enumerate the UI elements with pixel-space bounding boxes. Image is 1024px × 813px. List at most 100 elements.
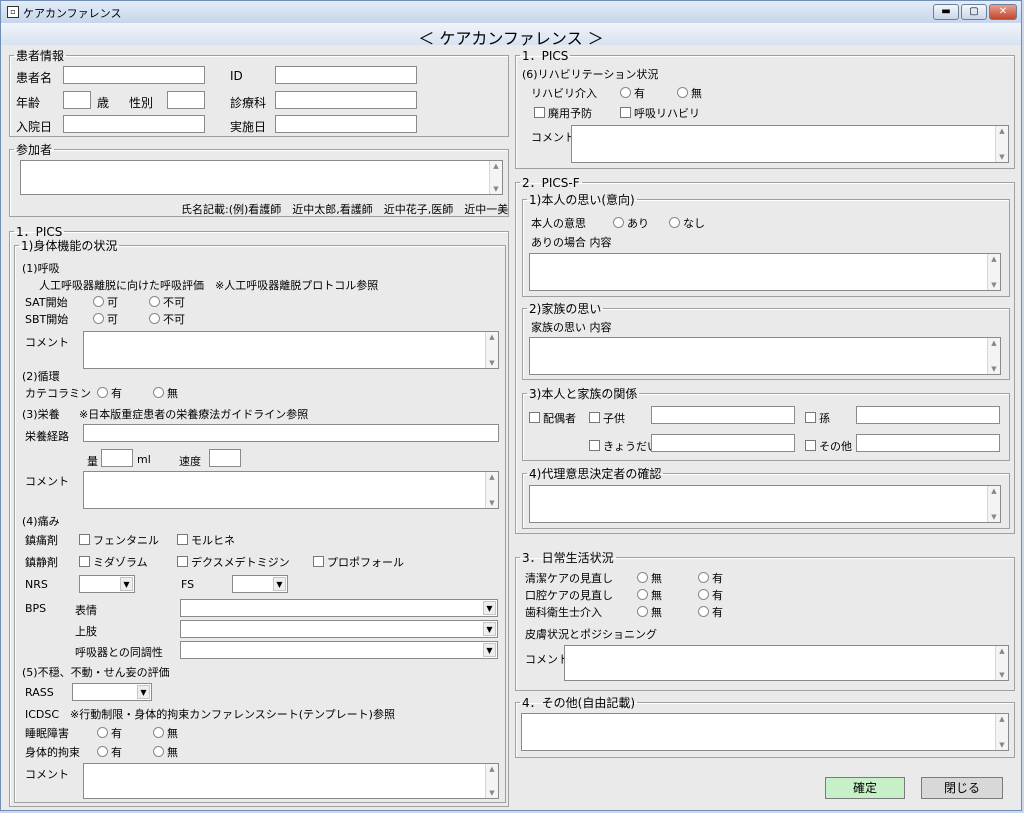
maximize-button[interactable]: ▢ [961,4,987,20]
fentanyl-checkbox[interactable]: フェンタニル [79,532,159,548]
daily-comment-textarea[interactable]: ▲ ▼ [564,645,1009,681]
nrs-select[interactable]: ▼ [79,575,135,593]
admission-date-input[interactable] [63,115,205,133]
app-icon: ▫ [7,6,19,18]
amount-input[interactable] [101,449,133,467]
scrollbar[interactable]: ▲ ▼ [995,646,1008,680]
sat-ng-radio[interactable]: 不可 [149,294,185,310]
bps-label: BPS [25,602,47,615]
rehab-comment-textarea[interactable]: ▲ ▼ [571,125,1009,163]
icdsc-label: ICDSC ※行動制限・身体的拘束カンファレンスシート(テンプレート)参照 [25,708,395,721]
upper-limb-select[interactable]: ▼ [180,620,498,638]
catecholamine-no-radio[interactable]: 無 [153,385,178,401]
sibling-input[interactable] [651,434,795,452]
execution-date-input[interactable] [275,115,417,133]
clean-yes-radio[interactable]: 有 [698,570,723,586]
scrollbar[interactable]: ▲ ▼ [485,472,498,508]
rehab-intervention-label: リハビリ介入 [531,87,597,100]
delirium-comment-textarea[interactable]: ▲ ▼ [83,763,499,799]
radio-label: あり [627,217,649,230]
participants-hint: 氏名記載:(例)看護師 近中太郎,看護師 近中花子,医師 近中一美 [181,203,509,216]
radio-label: なし [683,217,705,230]
scrollbar[interactable]: ▲ ▼ [987,254,1000,290]
child-checkbox[interactable]: 子供 [589,410,625,426]
department-input[interactable] [275,91,417,109]
propofol-checkbox[interactable]: プロポフォール [313,554,404,570]
nutrition-comment-textarea[interactable]: ▲ ▼ [83,471,499,509]
confirm-button[interactable]: 確定 [825,777,905,799]
patient-name-input[interactable] [63,66,205,84]
vent-sync-select[interactable]: ▼ [180,641,498,659]
sleep-yes-radio[interactable]: 有 [97,725,122,741]
dropdown-arrow-icon[interactable]: ▼ [483,643,496,657]
participants-textarea[interactable]: ▲ ▼ [20,160,503,195]
sibling-checkbox[interactable]: きょうだい [589,438,658,454]
sbt-ok-radio[interactable]: 可 [93,311,118,327]
scrollbar[interactable]: ▲ ▼ [987,338,1000,374]
grandchild-checkbox[interactable]: 孫 [805,410,830,426]
dexmedetomidine-checkbox[interactable]: デクスメデトミジン [177,554,290,570]
pics-right-legend: 1．PICS [522,49,569,63]
dropdown-arrow-icon[interactable]: ▼ [120,577,133,591]
minimize-button[interactable]: ▬ [933,4,959,20]
other-notes-textarea[interactable]: ▲ ▼ [521,713,1009,751]
scrollbar[interactable]: ▲ ▼ [485,332,498,368]
dropdown-arrow-icon[interactable]: ▼ [483,601,496,615]
dental-no-radio[interactable]: 無 [637,604,662,620]
rass-select[interactable]: ▼ [72,683,152,701]
spouse-checkbox[interactable]: 配偶者 [529,410,576,426]
radio-label: 可 [107,296,118,309]
age-input[interactable] [63,91,91,109]
close-window-button[interactable]: ✕ [989,4,1017,20]
nutrition-route-input[interactable] [83,424,499,442]
scrollbar[interactable]: ▲ ▼ [489,161,502,194]
will-ari-radio[interactable]: あり [613,215,649,231]
scrollbar[interactable]: ▲ ▼ [987,486,1000,522]
oral-no-radio[interactable]: 無 [637,587,662,603]
sat-ok-radio[interactable]: 可 [93,294,118,310]
scrollbar[interactable]: ▲ ▼ [485,764,498,798]
disuse-prevention-checkbox[interactable]: 廃用予防 [534,105,592,121]
midazolam-checkbox[interactable]: ミダゾラム [79,554,148,570]
dropdown-arrow-icon[interactable]: ▼ [273,577,286,591]
proxy-decision-textarea[interactable]: ▲ ▼ [529,485,1001,523]
catecholamine-yes-radio[interactable]: 有 [97,385,122,401]
dropdown-arrow-icon[interactable]: ▼ [483,622,496,636]
scrollbar[interactable]: ▲ ▼ [995,714,1008,750]
id-input[interactable] [275,66,417,84]
other-relation-checkbox[interactable]: その他 [805,438,852,454]
clean-no-radio[interactable]: 無 [637,570,662,586]
face-select[interactable]: ▼ [180,599,498,617]
checkbox-label: ミダゾラム [93,556,148,569]
id-label: ID [230,69,243,83]
checkbox-label: デクスメデトミジン [191,556,290,569]
family-thoughts-textarea[interactable]: ▲ ▼ [529,337,1001,375]
rehab-yes-radio[interactable]: 有 [620,85,645,101]
patient-info-legend: 患者情報 [16,49,65,63]
dropdown-arrow-icon[interactable]: ▼ [137,685,150,699]
restraint-no-radio[interactable]: 無 [153,744,178,760]
nutrition-title: (3)栄養 [22,408,60,421]
sbt-ng-radio[interactable]: 不可 [149,311,185,327]
self-intention-textarea[interactable]: ▲ ▼ [529,253,1001,291]
dental-yes-radio[interactable]: 有 [698,604,723,620]
sleep-no-radio[interactable]: 無 [153,725,178,741]
checkbox-label: 子供 [603,412,625,425]
oral-yes-radio[interactable]: 有 [698,587,723,603]
other-relation-input[interactable] [856,434,1000,452]
restraint-yes-radio[interactable]: 有 [97,744,122,760]
grandchild-input[interactable] [856,406,1000,424]
resp-rehab-checkbox[interactable]: 呼吸リハビリ [620,105,700,121]
speed-input[interactable] [209,449,241,467]
will-nashi-radio[interactable]: なし [669,215,705,231]
morphine-checkbox[interactable]: モルヒネ [177,532,235,548]
scrollbar[interactable]: ▲ ▼ [995,126,1008,162]
rehab-no-radio[interactable]: 無 [677,85,702,101]
checkbox-label: プロポフォール [327,556,404,569]
resp-comment-textarea[interactable]: ▲ ▼ [83,331,499,369]
fs-select[interactable]: ▼ [232,575,288,593]
restraint-label: 身体的拘束 [25,746,80,759]
child-input[interactable] [651,406,795,424]
close-button[interactable]: 閉じる [921,777,1003,799]
sex-input[interactable] [167,91,205,109]
